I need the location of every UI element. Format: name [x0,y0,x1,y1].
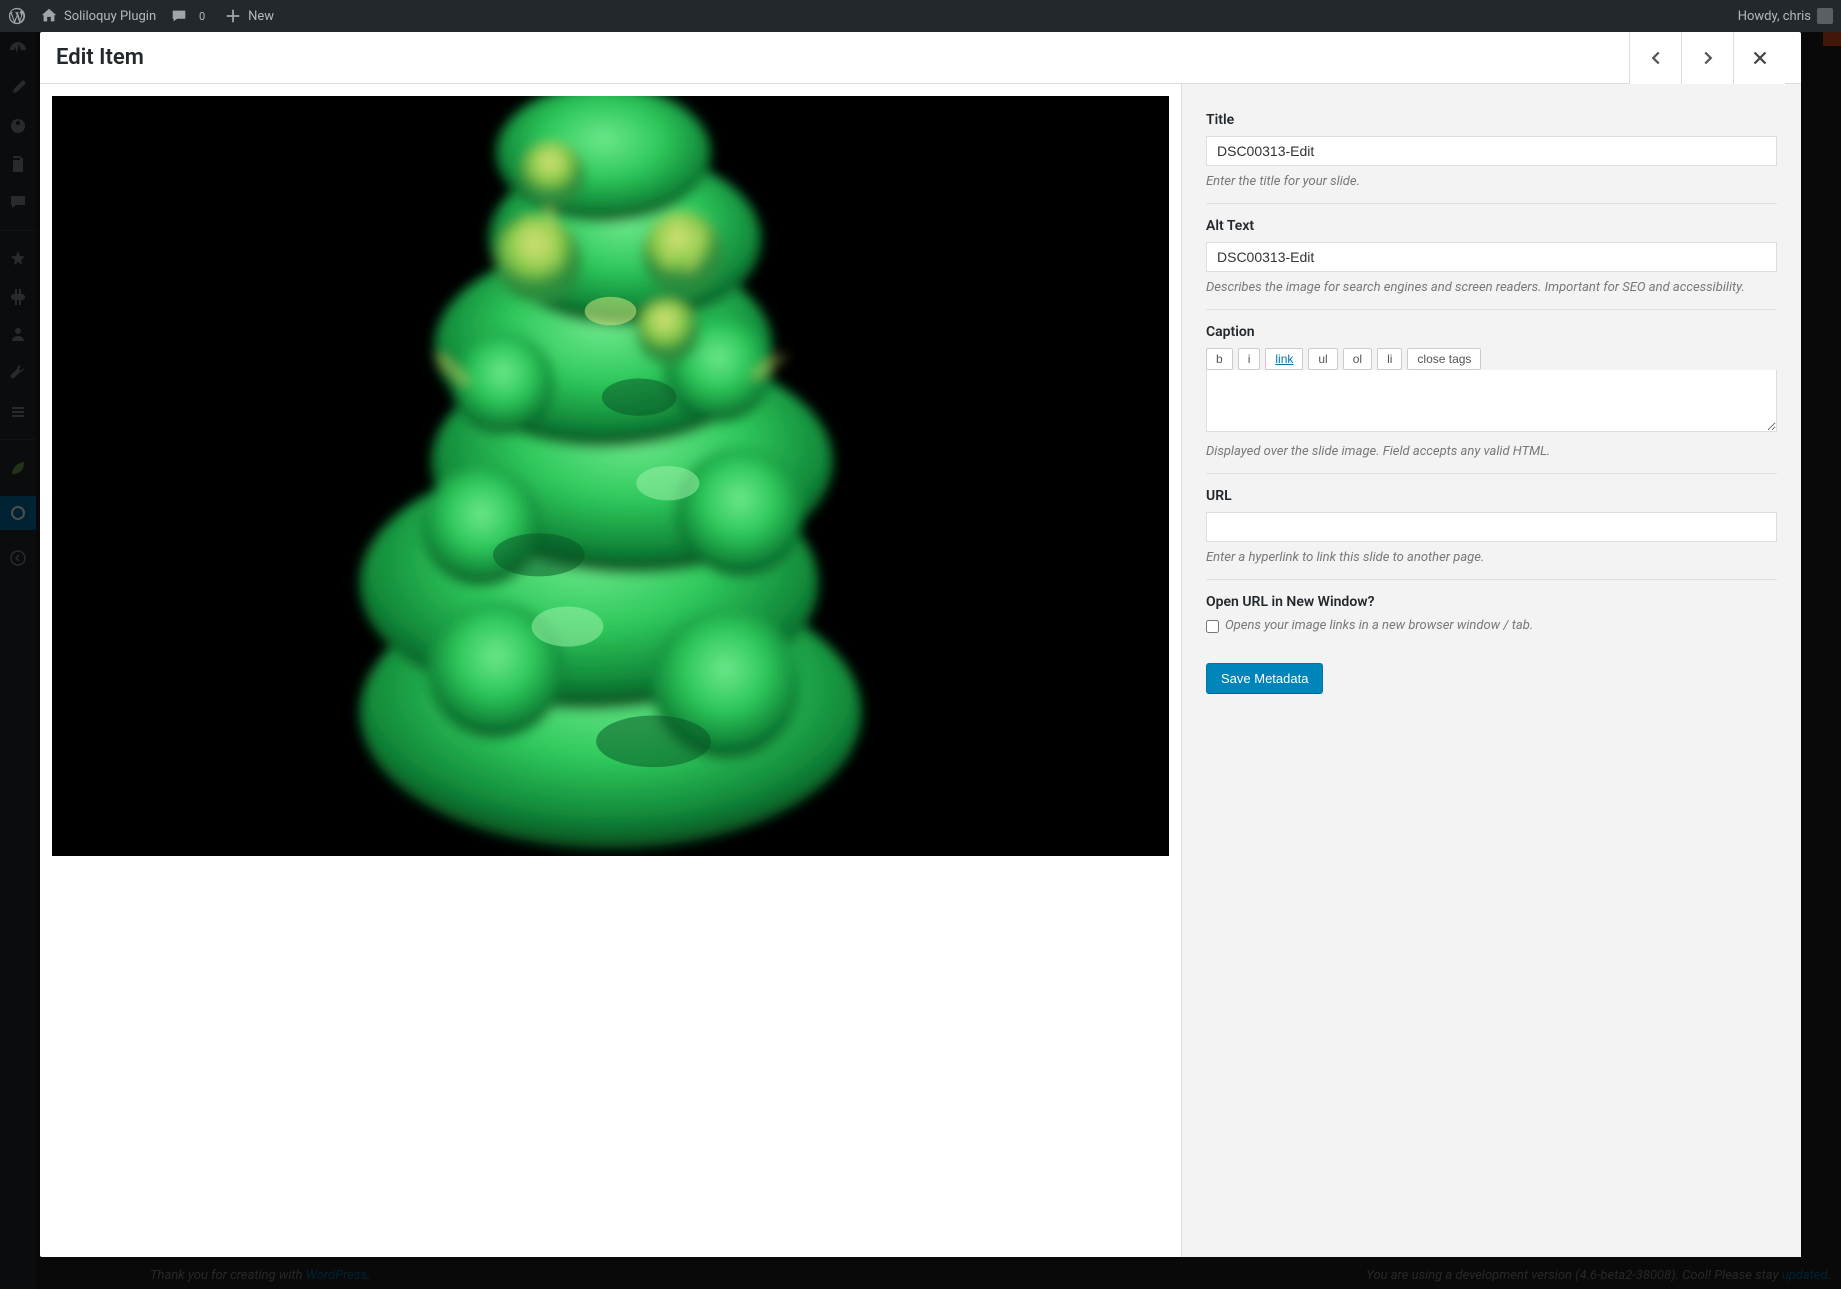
new-window-checkbox[interactable] [1206,620,1219,633]
caption-textarea[interactable] [1206,370,1777,432]
edit-item-modal: Edit Item [40,32,1801,1257]
title-input[interactable] [1206,136,1777,166]
alt-label: Alt Text [1206,218,1777,234]
chevron-left-icon [1645,47,1667,69]
modal-title: Edit Item [56,45,144,70]
url-label: URL [1206,488,1777,504]
comment-count: 0 [194,8,210,24]
qt-italic-button[interactable]: i [1238,348,1261,370]
qt-close-tags-button[interactable]: close tags [1407,348,1481,370]
title-help: Enter the title for your slide. [1206,174,1777,189]
url-input[interactable] [1206,512,1777,542]
title-label: Title [1206,112,1777,128]
url-help: Enter a hyperlink to link this slide to … [1206,550,1777,565]
media-preview-pane [40,84,1181,1257]
howdy-text: Howdy, chris [1738,9,1811,24]
site-name[interactable]: Soliloquy Plugin [40,7,156,25]
qt-bold-button[interactable]: b [1206,348,1233,370]
modal-header: Edit Item [40,32,1801,84]
caption-help: Displayed over the slide image. Field ac… [1206,444,1777,459]
field-caption: Caption b i link ul ol li close tags Dis… [1206,310,1777,474]
plus-icon [224,7,242,25]
new-content-label: New [248,9,274,24]
wp-logo[interactable] [8,7,26,25]
home-icon [40,7,58,25]
wp-admin-bar: Soliloquy Plugin 0 New Howdy, chris [0,0,1841,32]
field-title: Title Enter the title for your slide. [1206,98,1777,204]
modal-body: Title Enter the title for your slide. Al… [40,84,1801,1257]
chevron-right-icon [1697,47,1719,69]
save-metadata-button[interactable]: Save Metadata [1206,663,1323,694]
prev-button[interactable] [1629,32,1681,84]
comments-link[interactable]: 0 [170,7,210,25]
modal-nav [1629,32,1785,84]
close-icon [1749,47,1771,69]
qt-ul-button[interactable]: ul [1308,348,1337,370]
avatar [1817,8,1833,24]
close-button[interactable] [1733,32,1785,84]
next-button[interactable] [1681,32,1733,84]
qt-li-button[interactable]: li [1377,348,1402,370]
field-new-window: Open URL in New Window? Opens your image… [1206,580,1777,641]
qt-link-button[interactable]: link [1265,348,1303,370]
field-url: URL Enter a hyperlink to link this slide… [1206,474,1777,580]
new-window-label: Open URL in New Window? [1206,594,1777,610]
new-content[interactable]: New [224,7,274,25]
new-window-desc: Opens your image links in a new browser … [1225,618,1533,633]
howdy-user[interactable]: Howdy, chris [1738,8,1833,24]
quicktags-toolbar: b i link ul ol li close tags [1206,348,1777,370]
field-alt: Alt Text Describes the image for search … [1206,204,1777,310]
alt-input[interactable] [1206,242,1777,272]
caption-label: Caption [1206,324,1777,340]
site-name-text: Soliloquy Plugin [64,9,156,24]
comment-icon [170,7,188,25]
qt-ol-button[interactable]: ol [1343,348,1372,370]
alt-help: Describes the image for search engines a… [1206,280,1777,295]
meta-panel: Title Enter the title for your slide. Al… [1181,84,1801,1257]
slide-image [52,96,1169,856]
